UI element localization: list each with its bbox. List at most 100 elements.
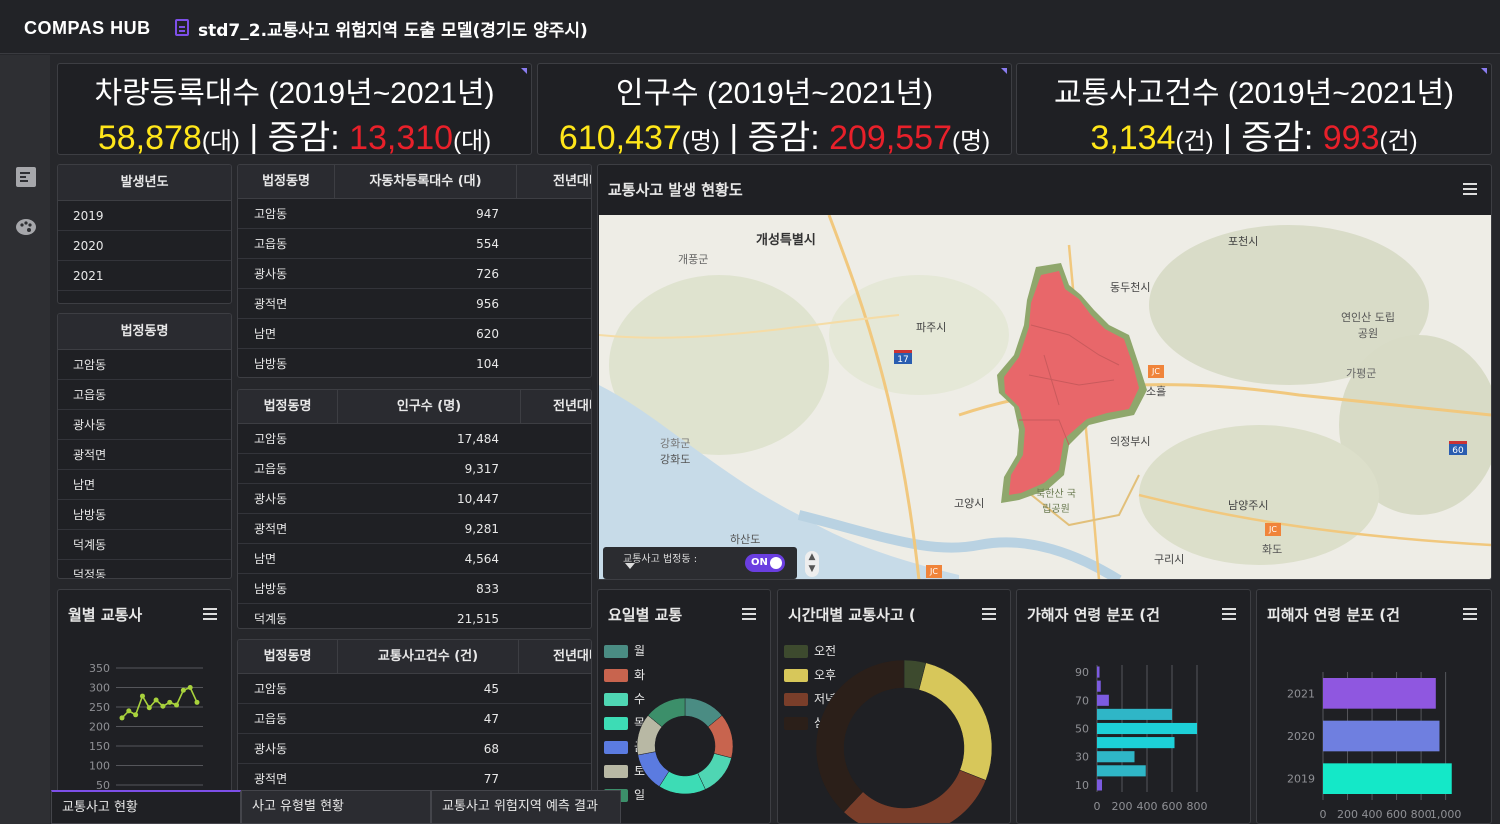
junction-badge: JC	[926, 565, 942, 578]
tab-accident-status[interactable]: 교통사고 현황	[51, 790, 241, 824]
y-tick-label: 200	[89, 721, 110, 734]
list-item[interactable]: 남면	[58, 470, 231, 500]
table-row[interactable]: 남방동 104	[238, 349, 591, 377]
weekday-chart-panel: 요일별 교통 월화수목금토일	[597, 589, 771, 824]
data-point	[153, 697, 159, 703]
cell: 10,447	[457, 492, 499, 506]
column-header[interactable]: 법정동명	[238, 640, 338, 674]
column-header[interactable]: 법정동명	[238, 165, 335, 199]
table-row[interactable]: 고읍동 554	[238, 229, 591, 259]
table-row[interactable]: 고암동 45	[238, 674, 591, 704]
map-label: 화도	[1262, 543, 1283, 556]
map-label: 개풍군	[678, 253, 709, 266]
map-label: 강화군	[660, 437, 691, 450]
column-header[interactable]: 인구수 (명)	[338, 390, 521, 424]
table-row[interactable]: 남면 4,564	[238, 544, 591, 574]
report-icon[interactable]	[15, 167, 37, 187]
table-row[interactable]: 남방동 833	[238, 574, 591, 604]
map-canvas[interactable]	[599, 215, 1491, 580]
series-line	[121, 686, 198, 719]
panel-title: 피해자 연령 분포 (건	[1267, 606, 1399, 624]
kpi-population: 인구수 (2019년~2021년) 610,437(명) | 증감: 209,5…	[537, 63, 1012, 155]
column-header[interactable]: 전년대비	[519, 640, 591, 674]
x-tick-label: 0	[1320, 808, 1327, 821]
panel-title: 월별 교통사	[68, 606, 143, 624]
map-label: 동두천시	[1110, 281, 1151, 294]
menu-icon[interactable]	[1222, 608, 1236, 610]
kpi-unit: (건)	[1379, 128, 1418, 155]
list-item[interactable]: 덕계동	[58, 530, 231, 560]
bar	[1097, 666, 1100, 678]
list-item[interactable]: 고암동	[58, 350, 231, 380]
table-row[interactable]: 광사동 10,447	[238, 484, 591, 514]
x-tick-label: 1,000	[1430, 808, 1462, 821]
kpi-unit: (대)	[201, 128, 240, 155]
list-item[interactable]: 덕정동	[58, 560, 231, 578]
table-row[interactable]: 광사동 726	[238, 259, 591, 289]
table-row[interactable]: 남면 620	[238, 319, 591, 349]
data-point	[126, 708, 132, 714]
cell: 4,564	[464, 552, 499, 566]
bar	[1097, 765, 1146, 777]
list-item[interactable]: 고읍동	[58, 380, 231, 410]
table-row[interactable]: 고암동 947	[238, 199, 591, 229]
cell: 21,515	[457, 612, 499, 626]
table-row[interactable]: 고암동 17,484	[238, 424, 591, 454]
tab-accident-type[interactable]: 사고 유형별 현황	[241, 790, 431, 824]
list-item[interactable]: 남방동	[58, 500, 231, 530]
layer-toggle-switch[interactable]: ON	[745, 554, 785, 572]
monthly-chart-panel: 월별 교통사 50 100 150 200 250 300 350	[57, 589, 232, 824]
cell: 광사동	[254, 492, 288, 506]
table-header: 법정동명 자동차등록대수 (대) 전년대비	[238, 165, 591, 199]
list-item[interactable]: 2020	[58, 231, 231, 261]
scroll-arrows-icon[interactable]: ▲ ▼	[805, 551, 819, 577]
x-tick-label: 0	[1094, 800, 1101, 813]
column-header[interactable]: 전년대비	[517, 165, 591, 199]
table-row[interactable]: 고읍동 47	[238, 704, 591, 734]
list-item[interactable]: 2019	[58, 201, 231, 231]
junction-badge: JC	[1265, 523, 1281, 536]
bar	[1323, 763, 1452, 794]
y-tick-label: 150	[89, 740, 110, 753]
x-tick-label: 600	[1386, 808, 1407, 821]
kpi-unit: (명)	[681, 128, 720, 155]
column-header[interactable]: 전년대비	[521, 390, 591, 424]
menu-icon[interactable]	[1463, 183, 1477, 185]
column-header[interactable]: 자동차등록대수 (대)	[335, 165, 517, 199]
table-row[interactable]: 광적면 956	[238, 289, 591, 319]
table-row[interactable]: 덕계동 21,515	[238, 604, 591, 628]
cell: 726	[476, 267, 499, 281]
kpi-separator: | 증감:	[719, 119, 830, 155]
x-tick-label: 800	[1187, 800, 1208, 813]
table-row[interactable]: 광사동 68	[238, 734, 591, 764]
kpi-value: 58,878	[97, 119, 202, 155]
chevron-down-icon[interactable]	[625, 563, 635, 569]
cell: 남면	[254, 552, 277, 566]
kpi-value: 610,437	[558, 119, 682, 155]
hourly-chart-panel: 시간대별 교통사고 ( 오전오후저녁심야	[777, 589, 1011, 824]
menu-icon[interactable]	[742, 608, 756, 610]
list-item[interactable]: 광적면	[58, 440, 231, 470]
cell: 47	[483, 712, 499, 726]
kpi-separator: | 증감:	[1213, 119, 1323, 155]
list-item[interactable]: 광사동	[58, 410, 231, 440]
app-logo[interactable]: COMPAS HUB	[24, 18, 151, 39]
tab-risk-prediction[interactable]: 교통사고 위험지역 예측 결과	[431, 790, 621, 824]
map-label: 하산도	[730, 533, 761, 546]
menu-icon[interactable]	[1463, 608, 1477, 610]
list-item[interactable]: 2021	[58, 261, 231, 291]
column-header[interactable]: 교통사고건수 (건)	[338, 640, 519, 674]
cell: 고읍동	[254, 712, 288, 726]
column-header[interactable]: 법정동명	[238, 390, 338, 424]
menu-icon[interactable]	[203, 608, 217, 610]
map-label: 연인산 도립공원	[1340, 311, 1396, 340]
table-row[interactable]: 광적면 9,281	[238, 514, 591, 544]
palette-icon[interactable]	[15, 217, 37, 237]
victim-age-panel: 피해자 연령 분포 (건 2021 2020 2019 0 200 400 600 800 1,…	[1256, 589, 1492, 824]
y-tick-label: 2020	[1287, 730, 1315, 743]
dong-filter: 법정동명 고암동 고읍동 광사동 광적면 남면 남방동 덕계동 덕정동	[57, 313, 232, 579]
menu-icon[interactable]	[982, 608, 996, 610]
table-row[interactable]: 고읍동 9,317	[238, 454, 591, 484]
kpi-title: 교통사고건수 (2019년~2021년)	[1053, 77, 1455, 110]
x-tick-label: 400	[1362, 808, 1383, 821]
